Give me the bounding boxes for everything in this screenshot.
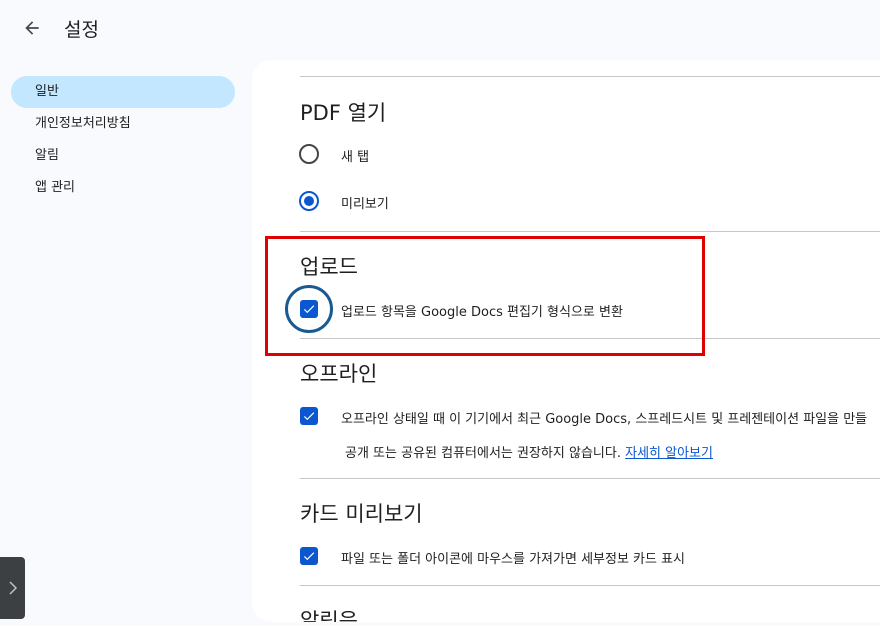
top-bar: 설정 bbox=[0, 0, 880, 56]
divider bbox=[300, 76, 880, 77]
upload-convert-label: 업로드 항목을 Google Docs 편집기 형식으로 변환 bbox=[341, 305, 623, 320]
radio-preview[interactable] bbox=[299, 191, 319, 211]
arrow-left-icon bbox=[25, 21, 39, 35]
card-preview-label: 파일 또는 폴더 아이콘에 마우스를 가져가면 세부정보 카드 표시 bbox=[341, 552, 686, 567]
checkmark-icon bbox=[303, 305, 315, 314]
settings-panel: PDF 열기 새 탭 미리보기 업로드 업로드 항목을 Google Docs … bbox=[252, 60, 880, 622]
radio-new-tab[interactable] bbox=[299, 144, 319, 164]
notification-sound-section-title: 알림음 bbox=[300, 609, 358, 622]
upload-section-title: 업로드 bbox=[300, 255, 358, 279]
sidebar-item-notifications[interactable]: 알림 bbox=[11, 140, 235, 172]
divider bbox=[300, 478, 880, 479]
offline-label: 오프라인 상태일 때 이 기기에서 최근 Google Docs, 스프레드시트… bbox=[341, 412, 868, 427]
radio-preview-label: 미리보기 bbox=[341, 197, 389, 212]
divider bbox=[300, 231, 880, 232]
back-button[interactable] bbox=[18, 14, 46, 42]
checkmark-icon bbox=[303, 412, 315, 421]
page-title: 설정 bbox=[64, 19, 99, 41]
offline-checkbox[interactable] bbox=[300, 407, 318, 425]
chevron-right-icon bbox=[8, 581, 17, 595]
card-preview-checkbox[interactable] bbox=[300, 547, 318, 565]
offline-note: 공개 또는 공유된 컴퓨터에서는 권장하지 않습니다. 자세히 알아보기 bbox=[345, 442, 713, 461]
card-preview-section-title: 카드 미리보기 bbox=[300, 502, 423, 526]
radio-new-tab-label: 새 탭 bbox=[341, 150, 370, 165]
side-panel-toggle[interactable] bbox=[0, 557, 25, 619]
divider bbox=[300, 338, 880, 339]
sidebar-item-general[interactable]: 일반 bbox=[11, 76, 235, 108]
checkmark-icon bbox=[303, 552, 315, 561]
divider bbox=[300, 585, 880, 586]
sidebar-item-app-management[interactable]: 앱 관리 bbox=[11, 172, 235, 204]
sidebar-item-privacy[interactable]: 개인정보처리방침 bbox=[11, 108, 235, 140]
learn-more-link[interactable]: 자세히 알아보기 bbox=[625, 446, 713, 461]
offline-section-title: 오프라인 bbox=[300, 362, 378, 386]
upload-convert-checkbox[interactable] bbox=[300, 300, 318, 318]
offline-note-text: 공개 또는 공유된 컴퓨터에서는 권장하지 않습니다. bbox=[345, 446, 621, 461]
pdf-section-title: PDF 열기 bbox=[300, 101, 387, 125]
